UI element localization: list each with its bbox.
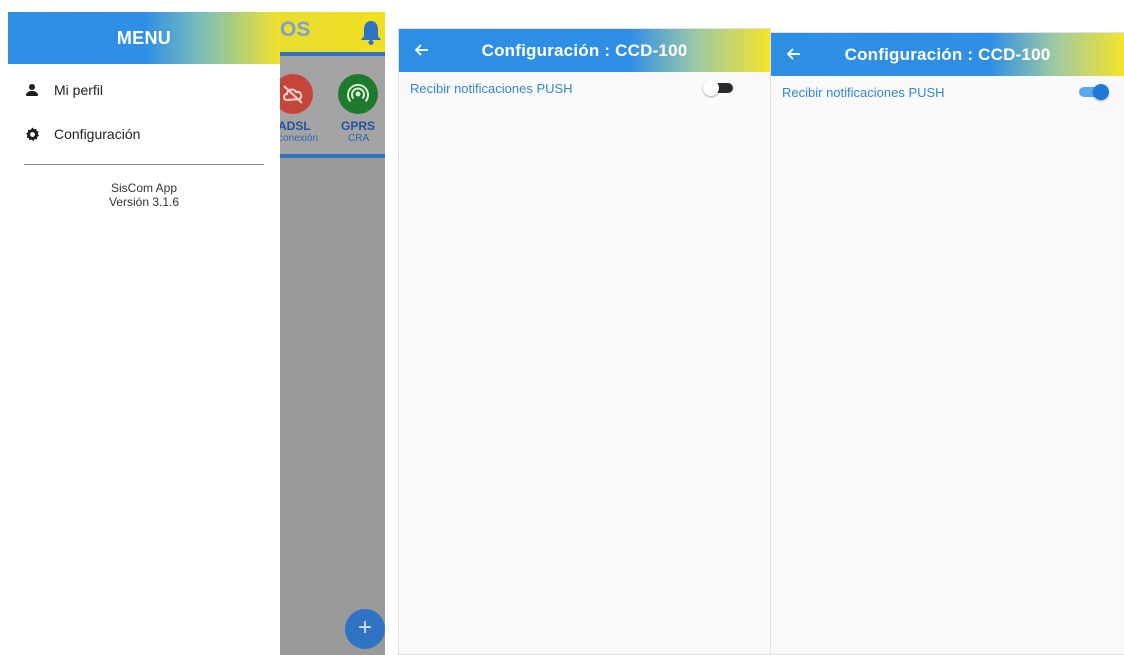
gear-icon (24, 126, 40, 142)
app-version: Versión 3.1.6 (108, 195, 180, 209)
push-notifications-label: Recibir notificaciones PUSH (410, 80, 573, 96)
gprs-status-icon[interactable] (338, 74, 378, 114)
push-notifications-setting: Recibir notificaciones PUSH (399, 72, 770, 104)
menu-screen: OS ADSL conexión GPRS CRA + MENU Mi perf… (8, 12, 385, 655)
antenna-icon (347, 83, 369, 103)
drawer-item-mi-perfil[interactable]: Mi perfil (8, 68, 280, 112)
push-notifications-setting: Recibir notificaciones PUSH (771, 76, 1124, 108)
drawer-item-configuracion[interactable]: Configuración (8, 112, 280, 156)
page-title: Configuración : CCD-100 (844, 44, 1051, 64)
person-icon (24, 82, 40, 98)
app-info: SisCom App Versión 3.1.6 (8, 181, 280, 209)
add-fab-button[interactable]: + (345, 609, 385, 649)
adsl-sublabel: conexión (278, 133, 319, 144)
push-notifications-toggle[interactable] (1077, 84, 1109, 100)
push-notifications-toggle[interactable] (703, 80, 735, 96)
navigation-drawer: MENU Mi perfil Configuración SisCom App … (8, 12, 280, 655)
push-notifications-label: Recibir notificaciones PUSH (782, 84, 945, 100)
gprs-sublabel: CRA (348, 133, 370, 144)
config-screen-push-on: Configuración : CCD-100 Recibir notifica… (770, 32, 1124, 655)
toggle-thumb (703, 80, 719, 96)
drawer-item-label: Configuración (54, 126, 141, 142)
drawer-divider (24, 164, 264, 165)
config-screen-push-off: Configuración : CCD-100 Recibir notifica… (398, 28, 771, 655)
toggle-thumb (1093, 84, 1109, 100)
gprs-label: GPRS (341, 119, 376, 133)
drawer-title: MENU (116, 27, 172, 48)
adsl-label: ADSL (278, 119, 311, 133)
config-app-bar: Configuración : CCD-100 (771, 33, 1124, 76)
drawer-item-label: Mi perfil (54, 82, 104, 98)
cloud-off-icon (283, 85, 303, 104)
drawer-header: MENU (8, 12, 280, 64)
page-title: Configuración : CCD-100 (481, 40, 688, 60)
config-app-bar: Configuración : CCD-100 (399, 29, 770, 72)
bell-icon[interactable] (360, 19, 382, 45)
background-app-title: OS (280, 18, 311, 41)
app-name: SisCom App (110, 181, 178, 195)
